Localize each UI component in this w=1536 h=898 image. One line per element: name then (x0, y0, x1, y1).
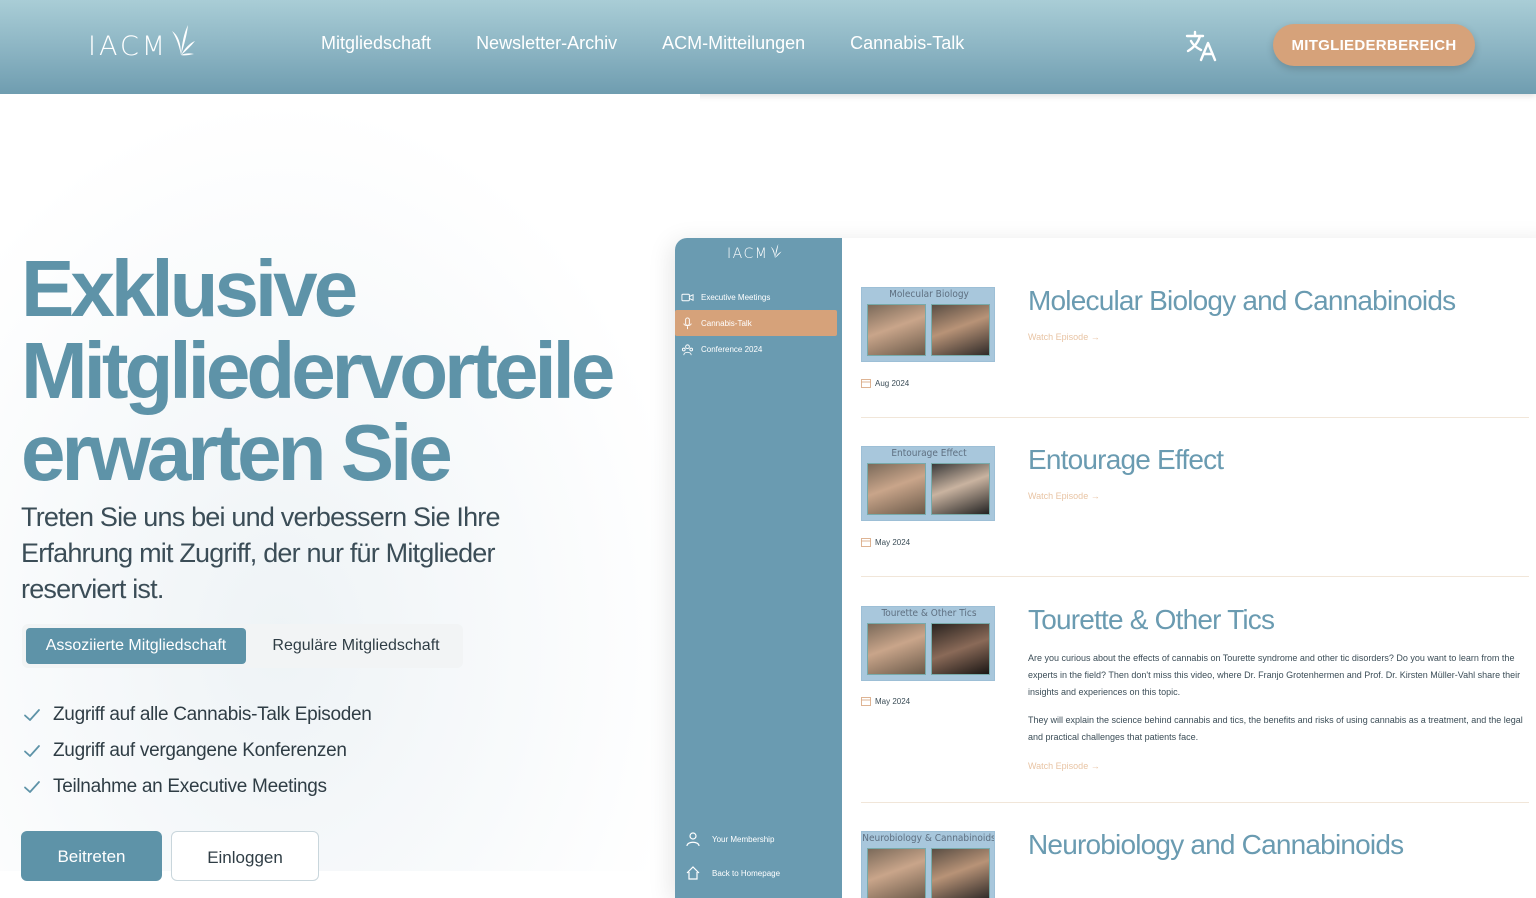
calendar-icon (861, 379, 871, 388)
preview-nav-label: Cannabis-Talk (701, 318, 752, 328)
episode-title[interactable]: Molecular Biology and Cannabinoids (1028, 285, 1456, 317)
feature-item: Zugriff auf alle Cannabis-Talk Episoden (22, 697, 372, 733)
join-button[interactable]: Beitreten (21, 831, 162, 881)
watch-episode-link[interactable]: Watch Episode → (1028, 491, 1100, 501)
episode-thumbnail[interactable]: Neurobiology & Cannabinoids (861, 831, 995, 898)
preview-nav-conference-2024[interactable]: Conference 2024 (675, 336, 837, 362)
check-icon (24, 709, 40, 721)
site-header: IACM Mitgliedschaft Newsletter-Archiv AC… (0, 0, 1536, 94)
login-button[interactable]: Einloggen (171, 831, 319, 881)
users-icon (681, 343, 694, 355)
episode-thumbnail[interactable]: Entourage Effect (861, 446, 995, 521)
watch-episode-link[interactable]: Watch Episode → (1028, 332, 1100, 342)
episode-date: Aug 2024 (861, 378, 909, 388)
episode-thumbnail[interactable]: Tourette & Other Tics (861, 606, 995, 681)
episode-date-text: May 2024 (875, 696, 911, 706)
preview-nav: Executive Meetings Cannabis-Talk Confere… (675, 284, 842, 362)
episode-date-text: May 2024 (875, 537, 911, 547)
preview-logo: IACM (727, 244, 782, 262)
episode-thumbnail[interactable]: Molecular Biology (861, 287, 995, 362)
speaker-video (867, 623, 926, 675)
logo-text: IACM (88, 30, 169, 62)
watch-episode-link[interactable]: Watch Episode → (1028, 761, 1100, 771)
episode-title[interactable]: Neurobiology and Cannabinoids (1028, 829, 1404, 861)
speaker-video (867, 463, 926, 515)
feature-item: Teilnahme an Executive Meetings (22, 769, 372, 805)
speaker-video (931, 848, 990, 898)
nav-mitgliedschaft[interactable]: Mitgliedschaft (321, 33, 431, 54)
check-icon (24, 745, 40, 757)
hero-title-line-1: Exklusive (21, 244, 358, 333)
preview-nav-label: Conference 2024 (701, 344, 763, 354)
episode-card: Tourette & Other Tics May 2024 Tourette … (861, 604, 1529, 803)
nav-newsletter-archiv[interactable]: Newsletter-Archiv (476, 33, 617, 54)
preview-bottom-label: Back to Homepage (712, 868, 781, 878)
hero-title-line-2: Mitgliedervorteile (21, 326, 615, 415)
calendar-icon (861, 697, 871, 706)
microphone-icon (683, 316, 692, 329)
episode-title[interactable]: Entourage Effect (1028, 444, 1224, 476)
episode-date: May 2024 (861, 537, 910, 547)
membership-tabs: Assoziierte Mitgliedschaft Reguläre Mitg… (22, 624, 463, 668)
preview-bottom-label: Your Membership (712, 834, 775, 844)
preview-nav-cannabis-talk[interactable]: Cannabis-Talk (675, 310, 837, 336)
user-icon (686, 832, 700, 847)
preview-nav-label: Executive Meetings (701, 292, 771, 302)
preview-nav-back-to-homepage[interactable]: Back to Homepage (685, 856, 780, 890)
episode-title[interactable]: Tourette & Other Tics (1028, 604, 1275, 636)
member-area-button[interactable]: MITGLIEDERBEREICH (1273, 24, 1475, 66)
thumbnail-title: Neurobiology & Cannabinoids (862, 833, 995, 844)
feature-item: Zugriff auf vergangene Konferenzen (22, 733, 372, 769)
episode-card: Neurobiology & Cannabinoids Neurobiology… (861, 829, 1529, 898)
episode-date-text: Aug 2024 (875, 378, 910, 388)
preview-logo-text: IACM (727, 246, 769, 262)
thumbnail-title: Tourette & Other Tics (881, 608, 977, 619)
episode-card: Entourage Effect May 2024 Entourage Effe… (861, 444, 1529, 577)
speaker-video (867, 304, 926, 356)
tab-associate-membership[interactable]: Assoziierte Mitgliedschaft (26, 628, 246, 664)
member-area-preview: IACM Executive Meetings Cannabis-Talk Co… (675, 238, 1536, 898)
episode-date: May 2024 (861, 696, 910, 706)
main-nav: Mitgliedschaft Newsletter-Archiv ACM-Mit… (321, 33, 1009, 54)
thumbnail-title: Molecular Biology (889, 289, 969, 300)
speaker-video (867, 848, 926, 898)
hero-title-line-3: erwarten Sie (21, 408, 453, 497)
calendar-icon (861, 538, 871, 547)
tab-regular-membership[interactable]: Reguläre Mitgliedschaft (256, 628, 456, 664)
preview-nav-executive-meetings[interactable]: Executive Meetings (675, 284, 837, 310)
feature-label: Zugriff auf vergangene Konferenzen (53, 740, 347, 761)
hero-subtitle: Treten Sie uns bei und verbessern Sie Ih… (21, 502, 501, 604)
thumbnail-title: Entourage Effect (891, 448, 967, 459)
preview-sidebar: IACM Executive Meetings Cannabis-Talk Co… (675, 238, 842, 898)
nav-cannabis-talk[interactable]: Cannabis-Talk (850, 33, 964, 54)
preview-nav-your-membership[interactable]: Your Membership (685, 822, 780, 856)
speaker-video (931, 623, 990, 675)
feature-label: Zugriff auf alle Cannabis-Talk Episoden (53, 704, 372, 725)
feature-label: Teilnahme an Executive Meetings (53, 776, 327, 797)
preview-bottom-nav: Your Membership Back to Homepage (685, 822, 780, 890)
check-icon (24, 781, 40, 793)
feature-list: Zugriff auf alle Cannabis-Talk Episoden … (22, 697, 372, 805)
translate-icon[interactable] (1184, 29, 1218, 63)
speaker-video (931, 304, 990, 356)
leaf-icon (172, 25, 196, 56)
video-icon (681, 293, 694, 301)
nav-acm-mitteilungen[interactable]: ACM-Mitteilungen (662, 33, 805, 54)
iacm-logo[interactable]: IACM (88, 25, 196, 66)
hero-title: Exklusive Mitgliedervorteile erwarten Si… (21, 248, 661, 494)
home-icon (686, 866, 700, 880)
leaf-icon (771, 244, 782, 258)
episode-description: They will explain the science behind can… (1028, 715, 1523, 742)
speaker-video (931, 463, 990, 515)
episode-card: Molecular Biology Aug 2024 Molecular Bio… (861, 285, 1529, 418)
episode-description: Are you curious about the effects of can… (1028, 653, 1521, 697)
